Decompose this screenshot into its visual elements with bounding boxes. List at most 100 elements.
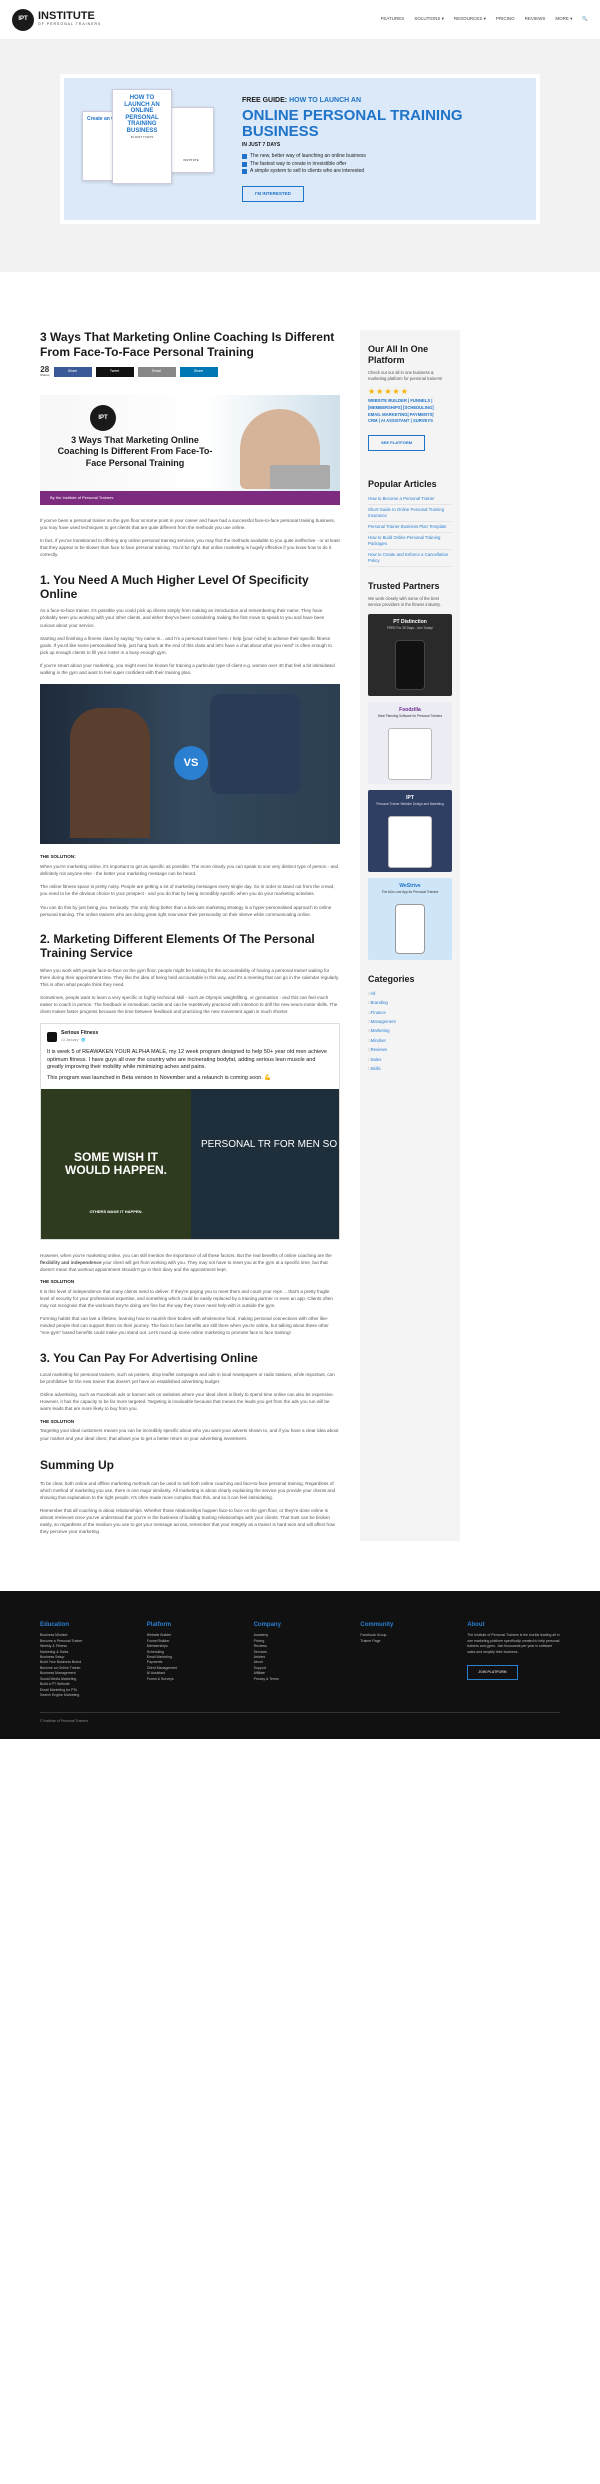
guide-label: FREE GUIDE: HOW TO LAUNCH AN bbox=[242, 96, 518, 107]
star-rating: ★★★★★ bbox=[368, 387, 409, 397]
partner-ad-foodzilla[interactable]: Foodzilla Meal Planning Software for Per… bbox=[368, 702, 452, 785]
popular-article-link[interactable]: How to Become a Personal Trainer bbox=[368, 494, 452, 505]
footer-link[interactable]: Trainer Page bbox=[360, 1639, 453, 1644]
platform-feature-line: [MEMBERSHIPS] [SCHEDULING] bbox=[368, 404, 434, 410]
facebook-share-button[interactable]: Share bbox=[53, 366, 92, 377]
hero-bullet-text: The new, better way of launching an onli… bbox=[250, 153, 366, 160]
category-link[interactable]: Mindset bbox=[368, 1036, 452, 1045]
hero-days: IN JUST 7 DAYS bbox=[242, 141, 281, 148]
paragraph: Online advertising, such as Facebook ads… bbox=[40, 1392, 334, 1412]
category-link[interactable]: Sales bbox=[368, 1055, 452, 1064]
paragraph: However, when you're marketing online, y… bbox=[40, 1252, 340, 1273]
article: 3 Ways That Marketing Online Coaching Is… bbox=[40, 330, 340, 1541]
logo[interactable]: IPT INSTITUTE OF PERSONAL TRAINERS bbox=[12, 8, 102, 31]
footer-link[interactable]: Forms & Surveys bbox=[147, 1677, 240, 1682]
site-footer: Education Business Mindset Become a Pers… bbox=[0, 1591, 600, 1739]
site-header: IPT INSTITUTE OF PERSONAL TRAINERS FEATU… bbox=[0, 0, 600, 40]
trusted-partners-title: Trusted Partners bbox=[368, 580, 440, 591]
solution-label: THE SOLUTION bbox=[40, 1418, 75, 1424]
category-link[interactable]: Branding bbox=[368, 999, 452, 1008]
para-bold: flexibility and independence bbox=[40, 1259, 102, 1265]
intro-paragraph: In fact, if you've transitioned to offer… bbox=[40, 538, 340, 558]
facebook-post-embed: Serious Fitness 13 January · 🌐 It is wee… bbox=[40, 1023, 340, 1240]
category-link[interactable]: Management bbox=[368, 1017, 452, 1026]
article-title: 3 Ways That Marketing Online Coaching Is… bbox=[40, 330, 335, 359]
featured-image: IPT 3 Ways That Marketing Online Coachin… bbox=[40, 395, 340, 505]
paragraph: It is this level of independence that ma… bbox=[40, 1288, 333, 1309]
free-guide-banner: Create an Offer INSTITUTE HOW TO LAUNCH … bbox=[60, 74, 540, 224]
partner-ad-westrive[interactable]: WeStrive The All-in-one App for Personal… bbox=[368, 878, 452, 961]
section-heading-2: 2. Marketing Different Elements Of The P… bbox=[40, 931, 315, 961]
nav-pricing[interactable]: PRICING bbox=[496, 16, 515, 23]
solution-label: THE SOLUTION: bbox=[40, 854, 76, 860]
category-link[interactable]: Reviews bbox=[368, 1046, 452, 1055]
post-images: SOME WISH IT WOULD HAPPEN. OTHERS MAKE I… bbox=[41, 1088, 339, 1239]
paragraph: You can do this by just being you. Serio… bbox=[40, 904, 332, 917]
popular-article-link[interactable]: How to Build Online Personal Training Pa… bbox=[368, 533, 452, 550]
guide-accent: HOW TO LAUNCH AN bbox=[289, 96, 362, 104]
ad-title: Foodzilla bbox=[399, 707, 421, 714]
post-author[interactable]: Serious Fitness bbox=[61, 1030, 98, 1038]
categories-title: Categories bbox=[368, 974, 415, 985]
join-platform-button[interactable]: JOIN PLATFORM bbox=[467, 1665, 518, 1681]
nav-resources[interactable]: RESOURCES ▾ bbox=[454, 16, 486, 23]
book-cover: HOW TO LAUNCH AN ONLINE PERSONAL TRAININ… bbox=[112, 89, 172, 184]
footer-col-about: About The Institute of Personal Trainers… bbox=[467, 1621, 560, 1698]
popular-article-link[interactable]: Short Guide to Online Personal Training … bbox=[368, 505, 452, 522]
section-heading-3: 3. You Can Pay For Advertising Online bbox=[40, 1350, 258, 1365]
trainer-vs-online-image: VS bbox=[40, 684, 340, 845]
logo-subtitle: OF PERSONAL TRAINERS bbox=[38, 22, 102, 27]
avatar bbox=[47, 1031, 57, 1042]
motivation-subtext: OTHERS MAKE IT HAPPEN. bbox=[89, 1209, 143, 1215]
footer-link[interactable]: Search Engine Marketing bbox=[40, 1693, 133, 1698]
hero-bullet-text: The fastest way to create in irresistibl… bbox=[250, 160, 347, 167]
post-header: Serious Fitness 13 January · 🌐 bbox=[41, 1024, 339, 1049]
nav-more[interactable]: MORE ▾ bbox=[555, 16, 572, 23]
footer-col-platform: Platform Website Builder Funnel Builder … bbox=[147, 1621, 240, 1698]
footer-link[interactable]: Privacy & Terms bbox=[254, 1677, 347, 1682]
paragraph: Remember that all coaching is about rela… bbox=[40, 1507, 335, 1535]
footer-heading: Education bbox=[40, 1622, 70, 1629]
category-link[interactable]: Skills bbox=[368, 1065, 452, 1074]
partner-ad-ptdistinction[interactable]: PT Distinction FREE For 30 Days - Join T… bbox=[368, 614, 452, 697]
ad-subtitle: FREE For 30 Days - Join Today! bbox=[387, 625, 433, 630]
popular-article-link[interactable]: How to Create and Enforce a Cancellation… bbox=[368, 550, 452, 567]
platform-features: WEBSITE BUILDER | FUNNELS | [MEMBERSHIPS… bbox=[368, 398, 452, 425]
x-tweet-button[interactable]: Tweet bbox=[95, 366, 134, 377]
summary-heading: Summing Up bbox=[40, 1457, 114, 1472]
ad-subtitle: Meal Planning Software for Personal Trai… bbox=[377, 713, 443, 718]
phone-mockup bbox=[395, 640, 425, 691]
nav-solutions[interactable]: SOLUTIONS ▾ bbox=[414, 16, 444, 23]
see-platform-button[interactable]: SEE PLATFORM bbox=[368, 435, 426, 452]
linkedin-share-button[interactable]: Share bbox=[179, 366, 218, 377]
guide-prefix: FREE GUIDE: bbox=[242, 96, 288, 104]
footer-columns: Education Business Mindset Become a Pers… bbox=[40, 1621, 560, 1698]
hero-section: Create an Offer INSTITUTE HOW TO LAUNCH … bbox=[0, 40, 600, 272]
platform-widget-title: Our All In One Platform bbox=[368, 344, 429, 365]
footer-col-company: Company Academy Pricing Reviews Services… bbox=[254, 1621, 347, 1698]
nav-reviews[interactable]: REVIEWS bbox=[525, 16, 546, 23]
paragraph: As a face-to-face trainer, it's possible… bbox=[40, 608, 325, 628]
platform-widget-text: Check out our all in one business & mark… bbox=[368, 369, 443, 381]
popular-article-link[interactable]: Personal Trainer Business Plan Template bbox=[368, 522, 452, 533]
category-link[interactable]: All bbox=[368, 989, 452, 998]
footer-heading: Platform bbox=[146, 1622, 172, 1629]
paragraph: When you work with people face-to-face o… bbox=[40, 967, 340, 987]
category-link[interactable]: Finance bbox=[368, 1008, 452, 1017]
paragraph: When you're marketing online, it's impor… bbox=[40, 864, 339, 877]
interested-button[interactable]: I'M INTERESTED bbox=[242, 185, 304, 203]
content-wrapper: 3 Ways That Marketing Online Coaching Is… bbox=[40, 330, 560, 1542]
category-link[interactable]: Marketing bbox=[368, 1027, 452, 1036]
hero-bullet: The fastest way to create in irresistibl… bbox=[242, 161, 518, 169]
footer-heading: Community bbox=[360, 1622, 394, 1629]
email-share-button[interactable]: Email bbox=[137, 366, 176, 377]
post-image-motivation: SOME WISH IT WOULD HAPPEN. OTHERS MAKE I… bbox=[41, 1088, 191, 1239]
hero-bullet: A simple system to sell to clients who a… bbox=[242, 168, 518, 176]
footer-col-education: Education Business Mindset Become a Pers… bbox=[40, 1621, 133, 1698]
featured-image-title: 3 Ways That Marketing Online Coaching Is… bbox=[57, 435, 213, 468]
search-icon[interactable]: 🔍 bbox=[582, 16, 588, 23]
main-nav: FEATURES SOLUTIONS ▾ RESOURCES ▾ PRICING… bbox=[381, 16, 588, 23]
nav-features[interactable]: FEATURES bbox=[381, 16, 405, 23]
partner-ad-ipt-websites[interactable]: IPT Personal Trainer Website Design and … bbox=[368, 790, 452, 873]
book-page-right: INSTITUTE bbox=[168, 107, 214, 173]
